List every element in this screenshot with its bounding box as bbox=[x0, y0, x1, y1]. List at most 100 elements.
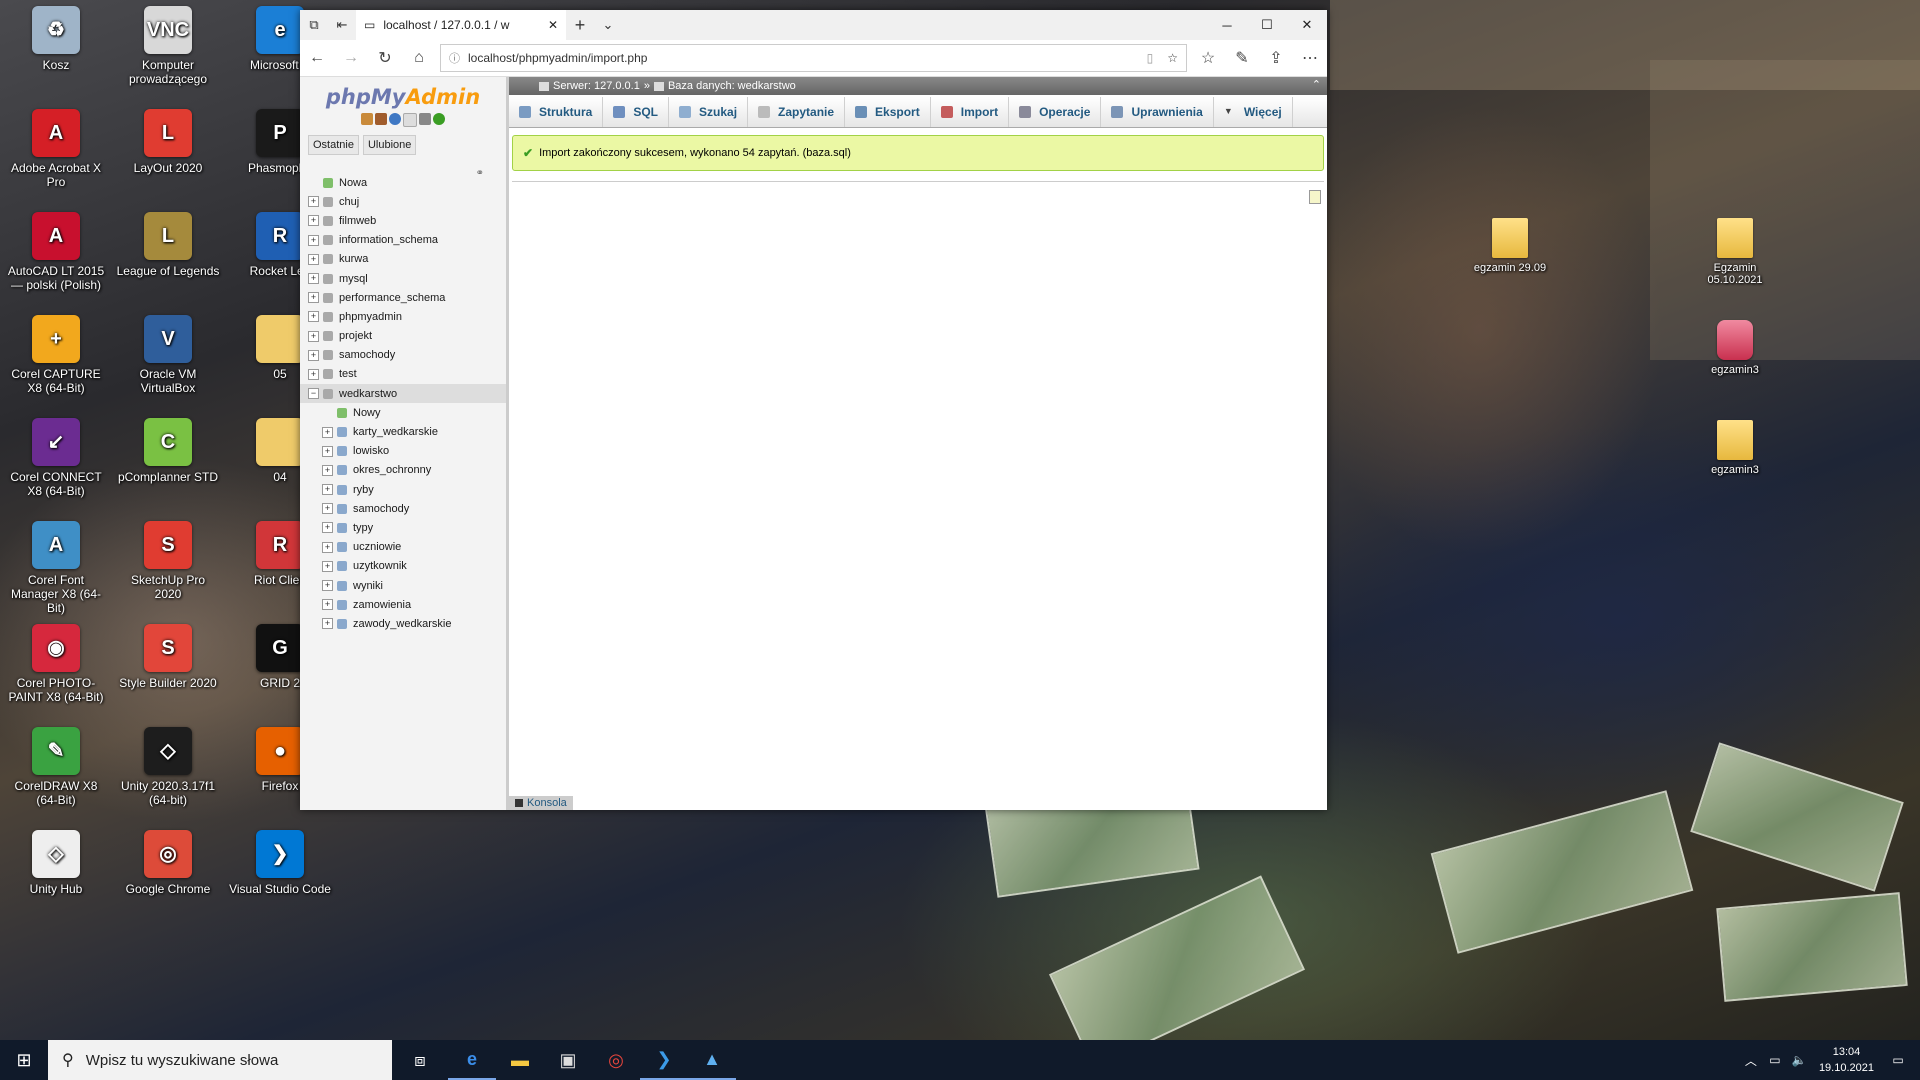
menu-tab-sql[interactable]: SQL bbox=[603, 97, 670, 127]
database-tree-item[interactable]: + phpmyadmin bbox=[300, 307, 506, 326]
desktop-icon[interactable]: S SketchUp Pro 2020 bbox=[116, 521, 220, 601]
reload-icon[interactable] bbox=[433, 113, 445, 125]
menu-tab-szukaj[interactable]: Szukaj bbox=[669, 97, 749, 127]
more-icon[interactable]: ⋯ bbox=[1293, 48, 1327, 68]
database-tree-item[interactable]: + filmweb bbox=[300, 211, 506, 230]
menu-tab-operacje[interactable]: Operacje bbox=[1009, 97, 1102, 127]
forward-icon[interactable]: → bbox=[334, 49, 368, 67]
info-icon[interactable]: ⓘ bbox=[449, 50, 460, 66]
expand-icon[interactable]: + bbox=[308, 311, 319, 323]
desktop-icon[interactable]: Egzamin 05.10.2021 bbox=[1690, 218, 1780, 286]
favorite-star-icon[interactable]: ☆ bbox=[1167, 51, 1178, 65]
collapse-icon[interactable]: − bbox=[308, 388, 319, 400]
page-settings-icon[interactable] bbox=[1309, 190, 1321, 204]
menu-tab-uprawnienia[interactable]: Uprawnienia bbox=[1101, 97, 1214, 127]
table-tree-item[interactable]: + uzytkownik bbox=[300, 557, 506, 576]
desktop-icon[interactable]: ◇ Unity 2020.3.17f1 (64-bit) bbox=[116, 727, 220, 807]
menu-tab-zapytanie[interactable]: Zapytanie bbox=[748, 97, 846, 127]
menu-tab-eksport[interactable]: Eksport bbox=[845, 97, 931, 127]
desktop-icon[interactable]: ✎ CorelDRAW X8 (64-Bit) bbox=[4, 727, 108, 807]
settings-icon[interactable] bbox=[419, 113, 431, 125]
back-icon[interactable]: ← bbox=[300, 49, 334, 67]
favorites-icon[interactable]: ☆ bbox=[1191, 48, 1225, 68]
database-tree-item[interactable]: − wedkarstwo bbox=[300, 384, 506, 404]
database-tree-item[interactable]: + samochody bbox=[300, 346, 506, 365]
database-tree-item[interactable]: + test bbox=[300, 365, 506, 384]
table-tree-item[interactable]: + wyniki bbox=[300, 576, 506, 595]
database-tree-item[interactable]: + information_schema bbox=[300, 231, 506, 250]
recent-tab[interactable]: Ostatnie bbox=[308, 135, 359, 155]
desktop-icon[interactable]: egzamin3 bbox=[1690, 420, 1780, 476]
desktop-icon[interactable]: ◉ Corel PHOTO-PAINT X8 (64-Bit) bbox=[4, 624, 108, 704]
network-icon[interactable]: ▭ bbox=[1763, 1053, 1787, 1067]
help-icon[interactable] bbox=[389, 113, 401, 125]
expand-icon[interactable]: + bbox=[322, 445, 333, 457]
menu-tab-struktura[interactable]: Struktura bbox=[509, 97, 604, 127]
desktop-icon[interactable]: ❯ Visual Studio Code bbox=[228, 830, 332, 896]
close-tab-icon[interactable]: ✕ bbox=[548, 18, 558, 32]
share-icon[interactable]: ⇪ bbox=[1259, 48, 1293, 68]
docs-icon[interactable] bbox=[403, 113, 417, 127]
table-tree-item[interactable]: + uczniowie bbox=[300, 538, 506, 557]
notes-icon[interactable]: ✎ bbox=[1225, 48, 1259, 68]
expand-icon[interactable]: + bbox=[322, 503, 333, 515]
desktop-icon[interactable]: A Adobe Acrobat X Pro bbox=[4, 109, 108, 189]
expand-icon[interactable]: + bbox=[322, 484, 333, 496]
expand-icon[interactable]: + bbox=[308, 215, 319, 227]
expand-icon[interactable]: + bbox=[322, 426, 333, 438]
desktop-icon[interactable]: ↙ Corel CONNECT X8 (64-Bit) bbox=[4, 418, 108, 498]
taskbar-edge-icon[interactable]: e bbox=[448, 1040, 496, 1080]
expand-icon[interactable]: + bbox=[322, 618, 333, 630]
table-tree-item[interactable]: + zamowienia bbox=[300, 595, 506, 614]
database-tree-item[interactable]: + performance_schema bbox=[300, 288, 506, 307]
desktop-icon[interactable]: egzamin3 bbox=[1690, 320, 1780, 376]
logout-icon[interactable] bbox=[375, 113, 387, 125]
expand-icon[interactable]: + bbox=[308, 253, 319, 265]
refresh-icon[interactable]: ↻ bbox=[368, 48, 402, 68]
browser-tab[interactable]: ▭ localhost / 127.0.0.1 / w ✕ bbox=[356, 10, 566, 40]
console-toggle[interactable]: Konsola bbox=[509, 796, 573, 810]
task-view-icon[interactable]: ⧈ bbox=[392, 1040, 448, 1080]
table-tree-item[interactable]: + typy bbox=[300, 518, 506, 537]
database-tree-item[interactable]: Nowa bbox=[300, 173, 506, 192]
notifications-icon[interactable]: ▭ bbox=[1886, 1053, 1910, 1067]
expand-icon[interactable]: + bbox=[322, 522, 333, 534]
address-bar[interactable]: ⓘ localhost/phpmyadmin/import.php ▯ ☆ bbox=[440, 44, 1187, 72]
desktop-icon[interactable]: CpCompIanner STD bbox=[116, 418, 220, 484]
expand-icon[interactable]: + bbox=[308, 368, 319, 380]
maximize-icon[interactable]: ☐ bbox=[1247, 10, 1287, 40]
tab-list-button[interactable]: ⌄ bbox=[594, 17, 622, 33]
pma-logo[interactable]: phpMyAdmin bbox=[300, 85, 506, 109]
desktop-icon[interactable]: V Oracle VM VirtualBox bbox=[116, 315, 220, 395]
desktop-icon[interactable]: L League of Legends bbox=[116, 212, 220, 278]
taskbar-store-icon[interactable]: ▣ bbox=[544, 1040, 592, 1080]
expand-icon[interactable]: + bbox=[308, 349, 319, 361]
expand-icon[interactable]: + bbox=[322, 580, 333, 592]
desktop-icon[interactable]: VNC Komputer prowadzącego bbox=[116, 6, 220, 86]
clock[interactable]: 13:04 19.10.2021 bbox=[1819, 1044, 1874, 1076]
table-tree-item[interactable]: + ryby bbox=[300, 480, 506, 499]
volume-muted-icon[interactable]: 🔈 bbox=[1787, 1053, 1811, 1067]
table-tree-item[interactable]: Nowy bbox=[300, 403, 506, 422]
desktop-icon[interactable]: ♻ Kosz bbox=[4, 6, 108, 72]
taskbar-photos-icon[interactable]: ▲ bbox=[688, 1040, 736, 1080]
tab-actions-icon[interactable]: ⧉ bbox=[300, 17, 328, 33]
minimize-icon[interactable]: ─ bbox=[1207, 10, 1247, 40]
menu-tab-wi-cej[interactable]: ▼ Więcej bbox=[1214, 97, 1293, 127]
database-tree-item[interactable]: + projekt bbox=[300, 327, 506, 346]
menu-tab-import[interactable]: Import bbox=[931, 97, 1010, 127]
new-tab-button[interactable]: + bbox=[566, 15, 594, 36]
taskbar-search[interactable]: ⚲ Wpisz tu wyszukiwane słowa bbox=[48, 1040, 392, 1080]
expand-icon[interactable]: + bbox=[322, 541, 333, 553]
collapse-top-icon[interactable]: ⌃ bbox=[1312, 78, 1321, 91]
table-tree-item[interactable]: + karty_wedkarskie bbox=[300, 422, 506, 441]
expand-icon[interactable]: + bbox=[308, 273, 319, 285]
desktop-icon[interactable]: ◎ Google Chrome bbox=[116, 830, 220, 896]
desktop-icon[interactable]: egzamin 29.09 bbox=[1465, 218, 1555, 274]
expand-icon[interactable]: + bbox=[308, 196, 319, 208]
table-tree-item[interactable]: + lowisko bbox=[300, 442, 506, 461]
expand-icon[interactable]: + bbox=[322, 560, 333, 572]
database-tree-item[interactable]: + chuj bbox=[300, 192, 506, 211]
expand-icon[interactable]: + bbox=[308, 234, 319, 246]
taskbar-vscode-icon[interactable]: ❯ bbox=[640, 1040, 688, 1080]
